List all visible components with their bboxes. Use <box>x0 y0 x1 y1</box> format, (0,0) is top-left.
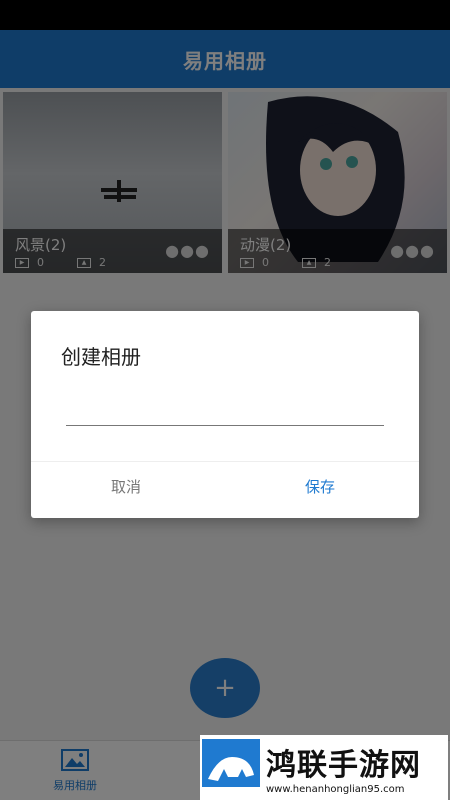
watermark: 鸿联手游网 www.henanhonglian95.com <box>200 735 448 800</box>
divider <box>31 461 419 462</box>
dialog-title: 创建相册 <box>61 345 141 369</box>
cancel-button[interactable]: 取消 <box>111 476 141 497</box>
save-button[interactable]: 保存 <box>305 476 335 497</box>
watermark-url: www.henanhonglian95.com <box>266 784 405 795</box>
input-underline <box>66 425 384 426</box>
status-bar <box>0 0 450 30</box>
watermark-title: 鸿联手游网 <box>266 748 421 783</box>
album-name-input[interactable] <box>66 395 384 425</box>
create-album-dialog: 创建相册 取消 保存 <box>31 311 419 518</box>
bison-logo <box>202 738 260 797</box>
